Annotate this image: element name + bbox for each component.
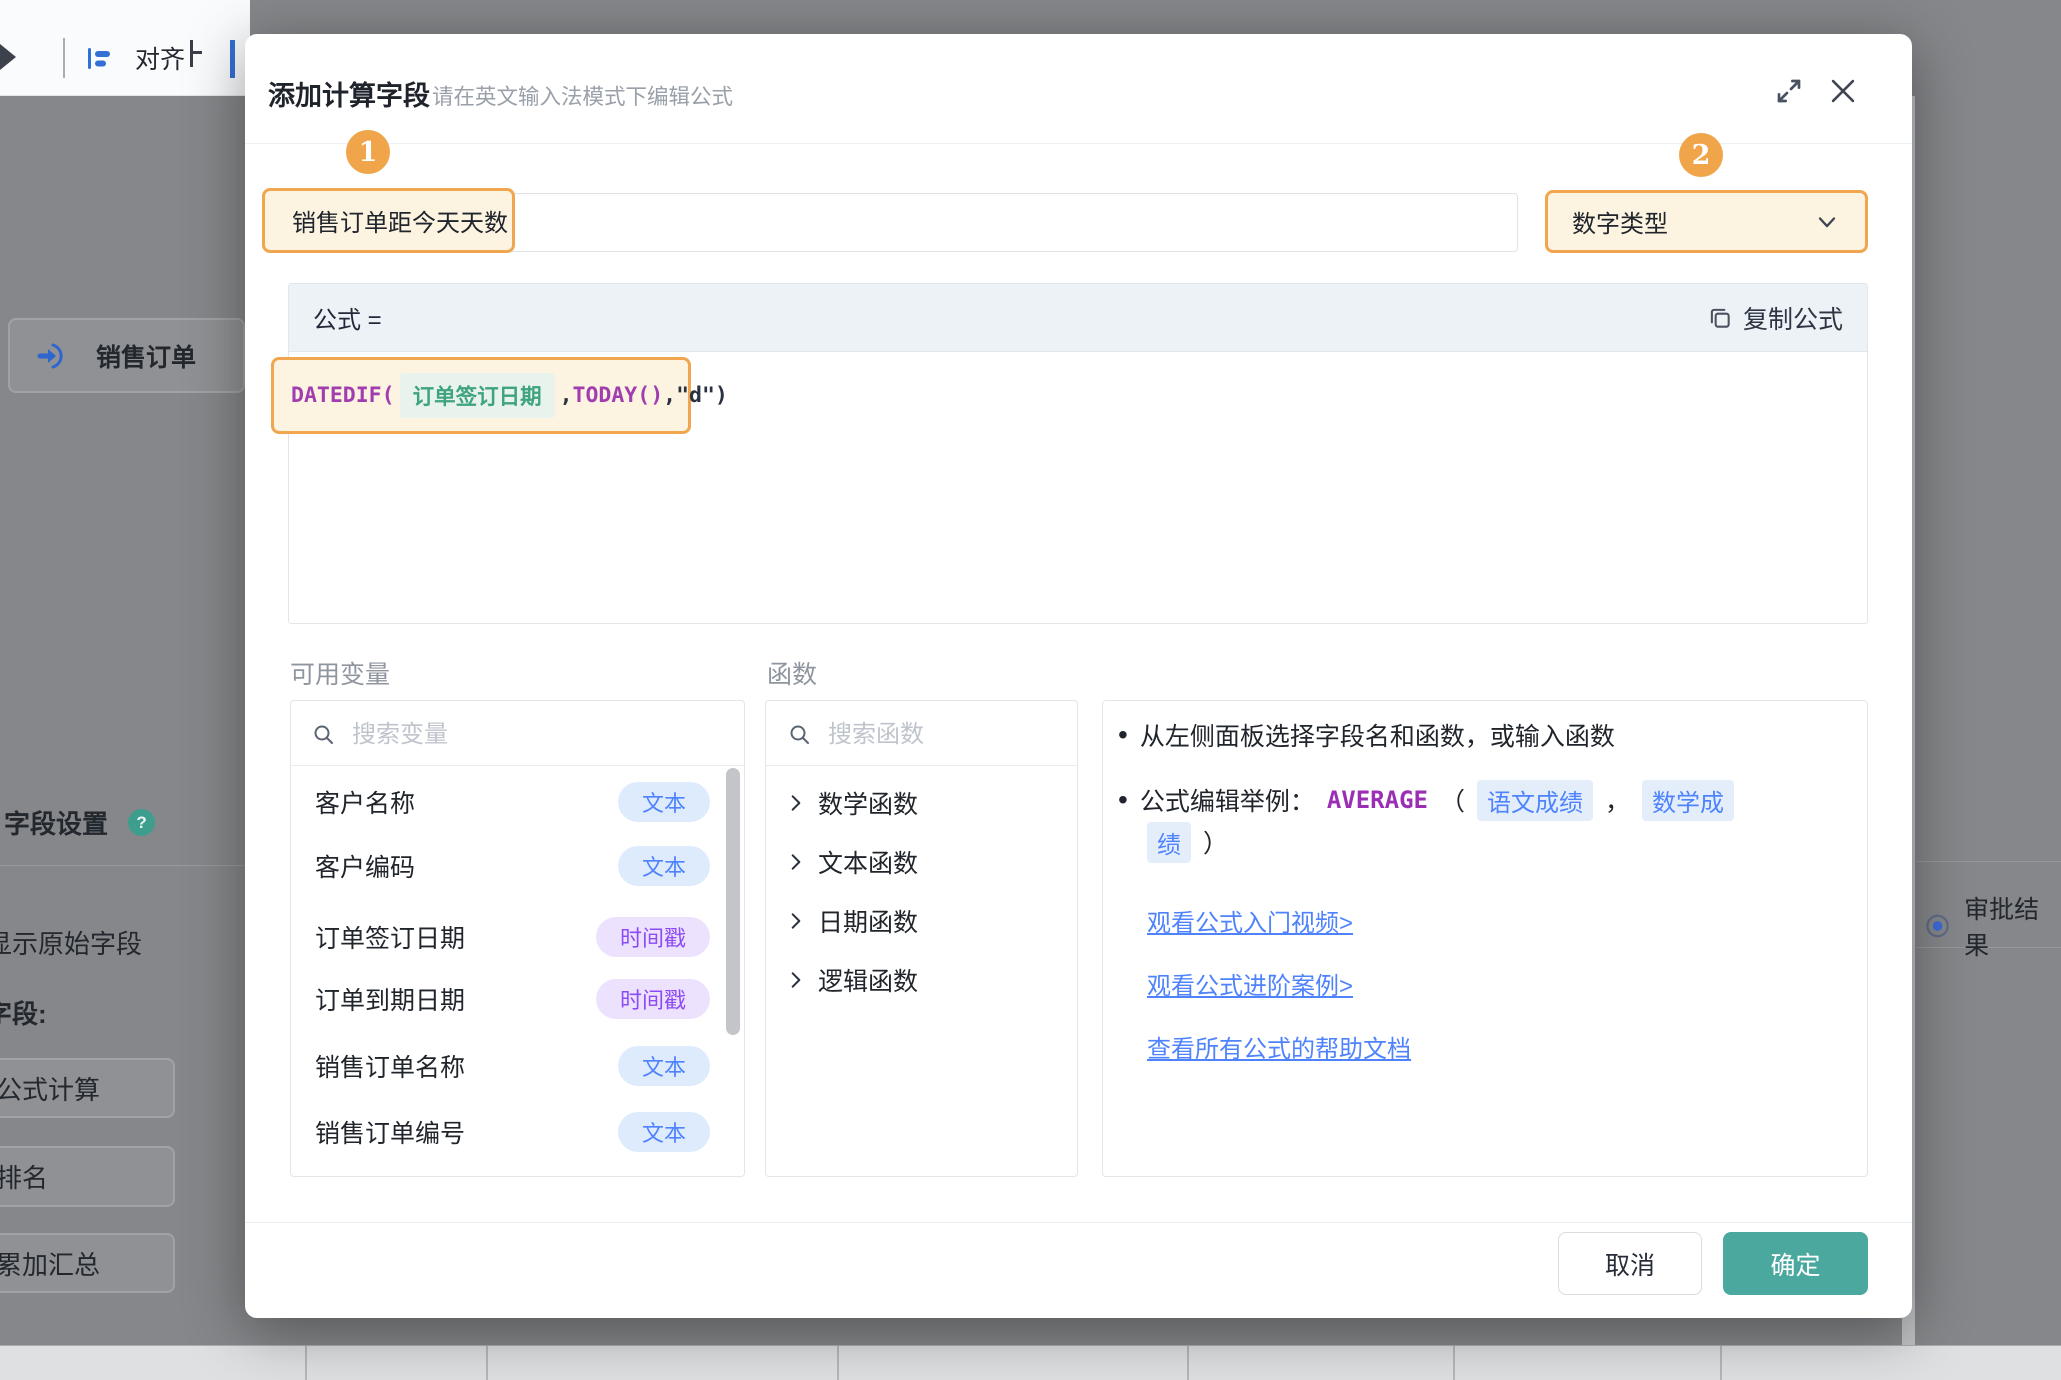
function-group-math[interactable]: 数学函数 <box>786 783 918 823</box>
function-group-logic[interactable]: 逻辑函数 <box>786 960 918 1000</box>
bullet: • <box>1118 784 1128 816</box>
help-docs-link[interactable]: 查看所有公式的帮助文档 <box>1147 1029 1411 1064</box>
align-tool-button[interactable]: 对齐 <box>86 42 185 74</box>
intro-video-link[interactable]: 观看公式入门视频> <box>1147 903 1353 938</box>
tips-panel <box>1102 700 1868 1177</box>
annotation-badge-1: 1 <box>346 130 390 174</box>
type-pill: 文本 <box>618 782 710 822</box>
type-pill: 文本 <box>618 1112 710 1152</box>
type-pill: 时间戳 <box>596 979 710 1019</box>
search-divider <box>291 765 744 766</box>
variable-row[interactable]: 销售订单编号 文本 <box>315 1112 710 1152</box>
type-select-value: 数字类型 <box>1572 204 1668 239</box>
table-strip <box>0 1345 2061 1380</box>
example-function: AVERAGE <box>1327 786 1428 814</box>
table-column-divider <box>486 1346 488 1380</box>
function-group-text[interactable]: 文本函数 <box>786 842 918 882</box>
copy-formula-button[interactable]: 复制公式 <box>1707 300 1843 336</box>
close-icon[interactable] <box>1826 74 1860 108</box>
rank-card[interactable]: 排名 <box>0 1146 175 1207</box>
example-field-chip: 语文成绩 <box>1477 780 1593 821</box>
chevron-right-icon <box>786 852 806 872</box>
scrollbar[interactable] <box>726 768 740 1035</box>
confirm-button[interactable]: 确定 <box>1723 1232 1868 1295</box>
formula-token: ,"d") <box>663 383 728 408</box>
help-icon[interactable]: ? <box>128 809 155 836</box>
type-pill: 文本 <box>618 846 710 886</box>
variable-row[interactable]: 客户编码 文本 <box>315 846 710 886</box>
formula-token-function: TODAY() <box>573 383 664 408</box>
chevron-down-icon <box>1813 208 1841 236</box>
example-field-chip: 数学成 <box>1642 780 1734 821</box>
formula-header: 公式 = 复制公式 <box>289 284 1867 352</box>
type-pill: 文本 <box>618 1046 710 1086</box>
expand-icon[interactable] <box>1773 75 1805 107</box>
type-select[interactable]: 数字类型 <box>1545 190 1868 253</box>
bullet: • <box>1118 719 1128 751</box>
variables-search-input[interactable] <box>350 720 684 750</box>
copy-icon <box>1707 305 1733 331</box>
chevron-right-icon <box>786 793 806 813</box>
cancel-button[interactable]: 取消 <box>1558 1232 1702 1295</box>
cursor-arrow-icon <box>0 44 18 70</box>
example-field-chip: 绩 <box>1147 822 1191 863</box>
variable-row[interactable]: 客户名称 文本 <box>315 782 710 822</box>
table-column-divider <box>1453 1346 1455 1380</box>
show-original-field-label: 显示原始字段 <box>0 924 142 961</box>
formula-token-function: DATEDIF( <box>291 383 395 408</box>
formula-label: 公式 = <box>313 300 382 335</box>
screen: 对齐 销售订单 字段设置 ? 显示原始字段 字段: 公式计算 排名 累加汇总 审… <box>0 0 2061 1380</box>
functions-search-input[interactable] <box>826 720 1030 750</box>
formula-calc-card[interactable]: 公式计算 <box>0 1058 175 1118</box>
functions-label: 函数 <box>767 655 817 691</box>
type-pill: 时间戳 <box>596 917 710 957</box>
search-icon <box>312 723 336 747</box>
search-icon <box>788 723 812 747</box>
copy-formula-label: 复制公式 <box>1743 300 1843 336</box>
sales-order-label: 销售订单 <box>96 338 196 374</box>
active-tool-indicator <box>230 40 235 78</box>
formula-field-chip: 订单签订日期 <box>400 373 555 418</box>
variables-label: 可用变量 <box>290 655 390 691</box>
table-column-divider <box>1187 1346 1189 1380</box>
sidebar-divider <box>0 865 245 866</box>
advanced-cases-link[interactable]: 观看公式进阶案例> <box>1147 966 1353 1001</box>
table-column-divider <box>837 1346 839 1380</box>
chevron-right-icon <box>786 911 806 931</box>
function-group-date[interactable]: 日期函数 <box>786 901 918 941</box>
approval-result-label: 审批结果 <box>1964 890 2061 962</box>
field-label: 字段: <box>0 994 47 1031</box>
header-divider <box>245 143 1912 144</box>
search-divider <box>766 765 1077 766</box>
annotation-badge-2: 2 <box>1679 133 1723 177</box>
chevron-right-icon <box>786 970 806 990</box>
field-settings-label: 字段设置 <box>4 804 108 841</box>
align-icon <box>86 45 113 72</box>
import-icon <box>36 340 68 372</box>
table-column-divider <box>1720 1346 1722 1380</box>
formula-editor[interactable]: DATEDIF(订单签订日期,TODAY(),"d") <box>291 357 728 434</box>
tip-text: 从左侧面板选择字段名和函数，或输入函数 <box>1140 717 1615 753</box>
approval-radio-icon[interactable] <box>1925 913 1950 939</box>
footer-divider <box>245 1222 1912 1223</box>
variable-row[interactable]: 订单到期日期 时间戳 <box>315 979 710 1019</box>
variable-row[interactable]: 订单签订日期 时间戳 <box>315 917 710 957</box>
variable-row[interactable]: 销售订单名称 文本 <box>315 1046 710 1086</box>
accumulate-card[interactable]: 累加汇总 <box>0 1233 175 1293</box>
align-label: 对齐 <box>135 40 185 76</box>
dialog-title: 添加计算字段 <box>268 74 430 113</box>
toolbar-divider <box>63 38 65 78</box>
table-column-divider <box>305 1346 307 1380</box>
dialog-subtitle: 请在英文输入法模式下编辑公式 <box>432 80 733 111</box>
toolbar-icon-fragment <box>193 51 202 54</box>
right-divider <box>1916 861 2061 862</box>
field-name-value: 销售订单距今天天数 <box>292 188 508 253</box>
sales-order-button[interactable]: 销售订单 <box>8 318 245 393</box>
formula-token: , <box>560 383 573 408</box>
